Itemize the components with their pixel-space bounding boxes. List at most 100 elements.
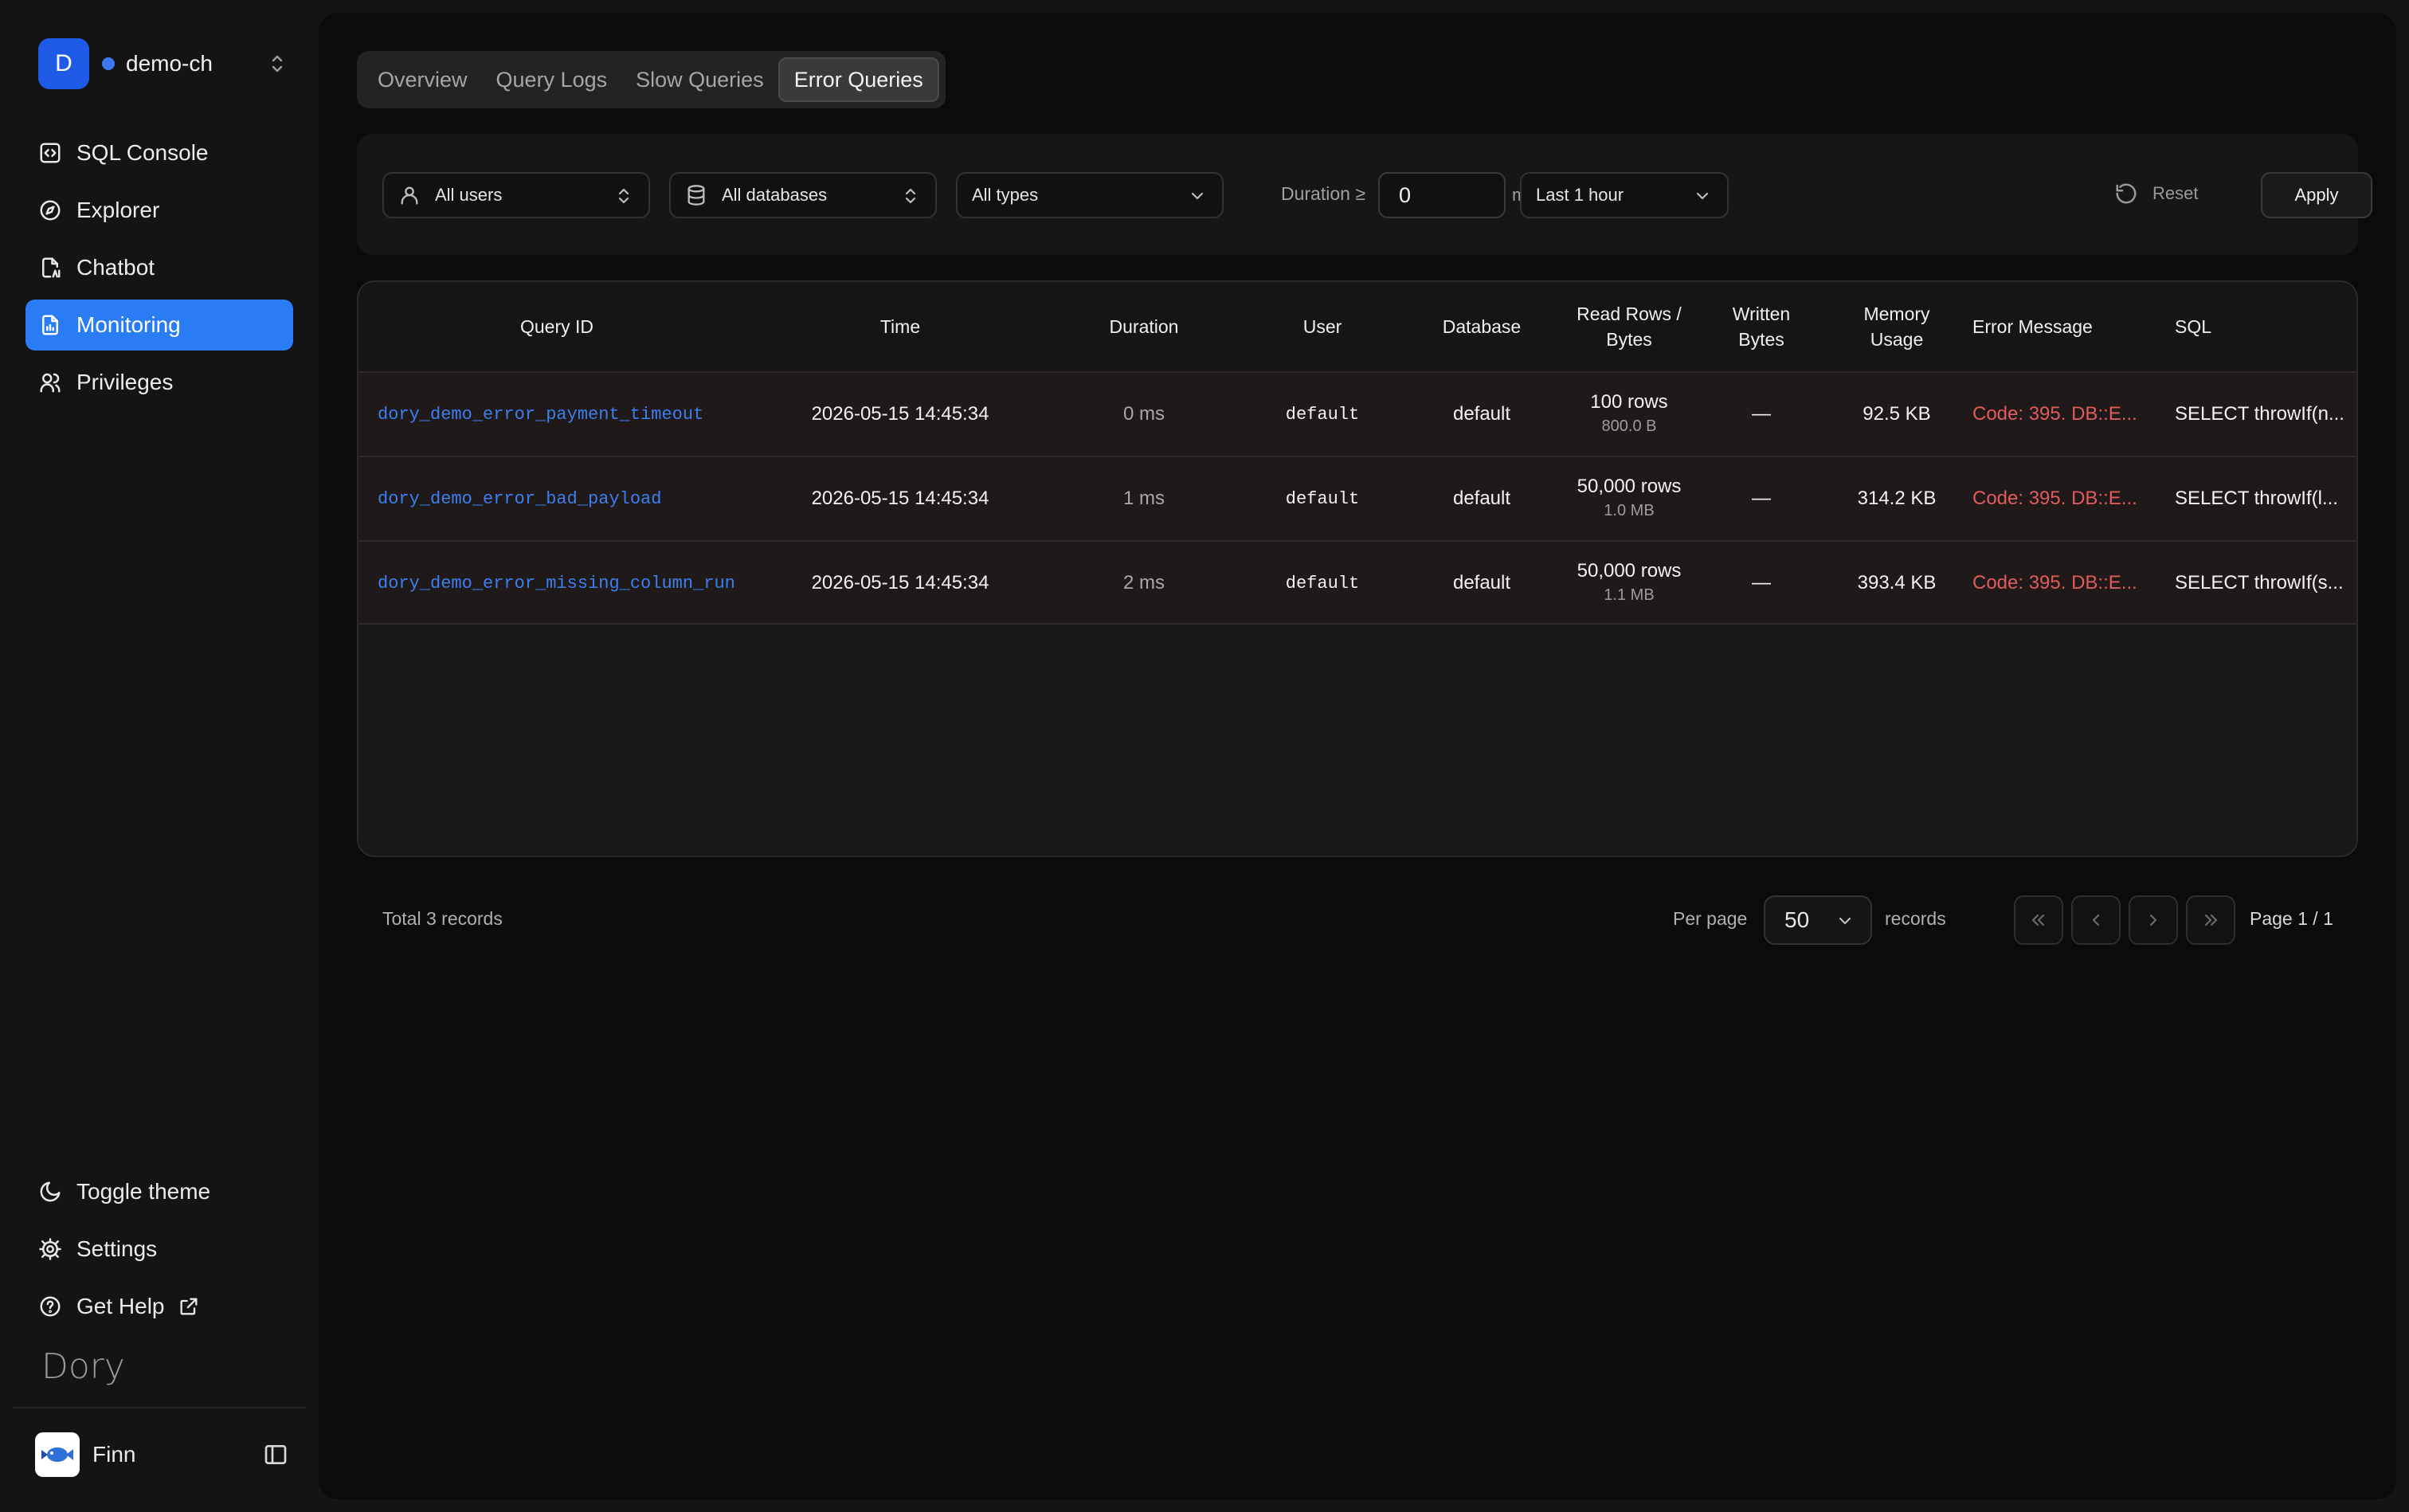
settings-button[interactable]: Settings: [25, 1224, 293, 1275]
first-page-button[interactable]: [2014, 895, 2063, 945]
nav-item-sql-console[interactable]: SQL Console: [25, 127, 293, 178]
table-row[interactable]: dory_demo_error_bad_payload 2026-05-15 1…: [358, 456, 2356, 540]
header-duration[interactable]: Duration: [1072, 282, 1216, 371]
user-cell: default: [1285, 404, 1360, 425]
filter-bar: All users All databases All types Durati…: [357, 134, 2372, 255]
header-user[interactable]: User: [1251, 282, 1394, 371]
duration-cell: 0 ms: [1122, 403, 1165, 425]
header-sql[interactable]: SQL: [2175, 282, 2350, 371]
nav-item-label: Explorer: [76, 198, 160, 222]
table-row[interactable]: dory_demo_error_missing_column_run 2026-…: [358, 540, 2356, 625]
sidebar-toggle-icon[interactable]: [263, 1442, 288, 1467]
error-queries-table: Query ID Time Duration User Database Rea…: [357, 280, 2358, 857]
toggle-theme-button[interactable]: Toggle theme: [25, 1166, 293, 1217]
per-page-label: Per page: [1673, 908, 1748, 929]
workspace-avatar: D: [38, 38, 89, 89]
time-range-select[interactable]: Last 1 hour: [1520, 172, 1729, 218]
main-nav: SQL Console Explorer Chatbot Monitoring …: [25, 127, 293, 414]
error-message-cell[interactable]: Code: 395. DB::E...: [1972, 457, 2143, 540]
time-cell: 2026-05-15 14:45:34: [811, 403, 989, 425]
last-page-button[interactable]: [2186, 895, 2235, 945]
sql-cell[interactable]: SELECT throwIf(l...: [2175, 457, 2350, 540]
header-error-message[interactable]: Error Message: [1972, 282, 2143, 371]
nav-item-explorer[interactable]: Explorer: [25, 185, 293, 236]
database-icon: [687, 185, 705, 206]
sql-cell[interactable]: SELECT throwIf(s...: [2175, 542, 2350, 625]
previous-page-button[interactable]: [2071, 895, 2121, 945]
nav-item-label: Privileges: [76, 370, 174, 394]
duration-label: Duration ≥: [1281, 183, 1365, 204]
users-select[interactable]: All users: [382, 172, 650, 218]
chevrons-left-icon: [2031, 914, 2045, 926]
file-ai-icon: [42, 257, 61, 278]
written-bytes-cell: —: [1752, 572, 1771, 593]
memory-cell: 314.2 KB: [1857, 488, 1937, 509]
workspace-name: demo-ch: [126, 51, 213, 76]
nav-item-privileges[interactable]: Privileges: [25, 357, 293, 408]
chevron-right-icon: [2149, 914, 2157, 926]
get-help-link[interactable]: Get Help: [25, 1281, 293, 1332]
header-memory-usage[interactable]: Memory Usage: [1821, 282, 1972, 371]
moon-icon: [40, 1181, 61, 1202]
user-icon: [401, 186, 418, 205]
header-database[interactable]: Database: [1410, 282, 1553, 371]
header-written-line-1: Written: [1732, 304, 1791, 324]
read-cell: 50,000 rows 1.0 MB: [1561, 457, 1697, 540]
read-bytes: 1.1 MB: [1604, 586, 1655, 604]
header-read-rows-bytes[interactable]: Read Rows / Bytes: [1561, 282, 1697, 371]
read-bytes: 800.0 B: [1601, 417, 1657, 435]
get-help-label: Get Help: [76, 1294, 165, 1318]
sql-cell[interactable]: SELECT throwIf(n...: [2175, 373, 2350, 456]
tab-overview[interactable]: Overview: [363, 57, 482, 102]
per-page-select[interactable]: 50: [1764, 895, 1872, 945]
header-written-bytes[interactable]: Written Bytes: [1710, 282, 1813, 371]
next-page-button[interactable]: [2129, 895, 2178, 945]
chevron-down-icon: [1191, 192, 1204, 200]
types-select[interactable]: All types: [956, 172, 1224, 218]
total-records: Total 3 records: [382, 908, 503, 929]
nav-item-chatbot[interactable]: Chatbot: [25, 242, 293, 293]
reset-button[interactable]: Reset: [2114, 182, 2198, 206]
written-bytes-cell: —: [1752, 403, 1771, 425]
records-label: records: [1885, 908, 1946, 929]
error-message-cell[interactable]: Code: 395. DB::E...: [1972, 373, 2143, 456]
query-id-link[interactable]: dory_demo_error_bad_payload: [378, 457, 736, 540]
memory-cell: 92.5 KB: [1863, 403, 1931, 425]
user-menu[interactable]: Finn: [35, 1432, 288, 1477]
duration-cell: 2 ms: [1122, 572, 1165, 593]
header-written-line-2: Bytes: [1738, 329, 1784, 350]
query-id-link[interactable]: dory_demo_error_missing_column_run: [378, 542, 736, 625]
chevrons-up-down-icon: [618, 188, 629, 204]
duration-input[interactable]: [1378, 172, 1506, 218]
query-id-link[interactable]: dory_demo_error_payment_timeout: [378, 373, 736, 456]
nav-item-label: Monitoring: [76, 312, 181, 337]
table-row[interactable]: dory_demo_error_payment_timeout 2026-05-…: [358, 371, 2356, 456]
fish-icon: [41, 1447, 73, 1462]
nav-item-label: Chatbot: [76, 255, 155, 280]
settings-label: Settings: [76, 1236, 158, 1261]
tab-slow-queries[interactable]: Slow Queries: [621, 57, 778, 102]
user-avatar: [35, 1432, 80, 1477]
database-cell: default: [1452, 488, 1511, 509]
app-logo: Dory: [41, 1346, 125, 1387]
chevron-left-icon: [2092, 914, 2100, 926]
memory-cell: 393.4 KB: [1857, 572, 1937, 593]
tab-error-queries[interactable]: Error Queries: [778, 57, 939, 102]
header-time[interactable]: Time: [805, 282, 996, 371]
header-memory-line-2: Usage: [1870, 329, 1924, 350]
tab-query-logs[interactable]: Query Logs: [482, 57, 622, 102]
nav-item-monitoring[interactable]: Monitoring: [25, 300, 293, 351]
chevron-down-icon: [1696, 192, 1709, 200]
apply-button[interactable]: Apply: [2261, 172, 2372, 218]
header-memory-line-1: Memory: [1863, 304, 1930, 324]
sidebar-divider: [13, 1407, 306, 1408]
header-read-line-1: Read Rows /: [1577, 304, 1682, 324]
header-read-line-2: Bytes: [1606, 329, 1652, 350]
workspace-switcher[interactable]: D demo-ch: [38, 38, 285, 89]
header-query-id[interactable]: Query ID: [378, 282, 736, 371]
duration-cell: 1 ms: [1122, 488, 1165, 509]
table-header: Query ID Time Duration User Database Rea…: [358, 282, 2356, 371]
help-circle-icon: [40, 1296, 61, 1317]
databases-select[interactable]: All databases: [669, 172, 937, 218]
error-message-cell[interactable]: Code: 395. DB::E...: [1972, 542, 2143, 625]
